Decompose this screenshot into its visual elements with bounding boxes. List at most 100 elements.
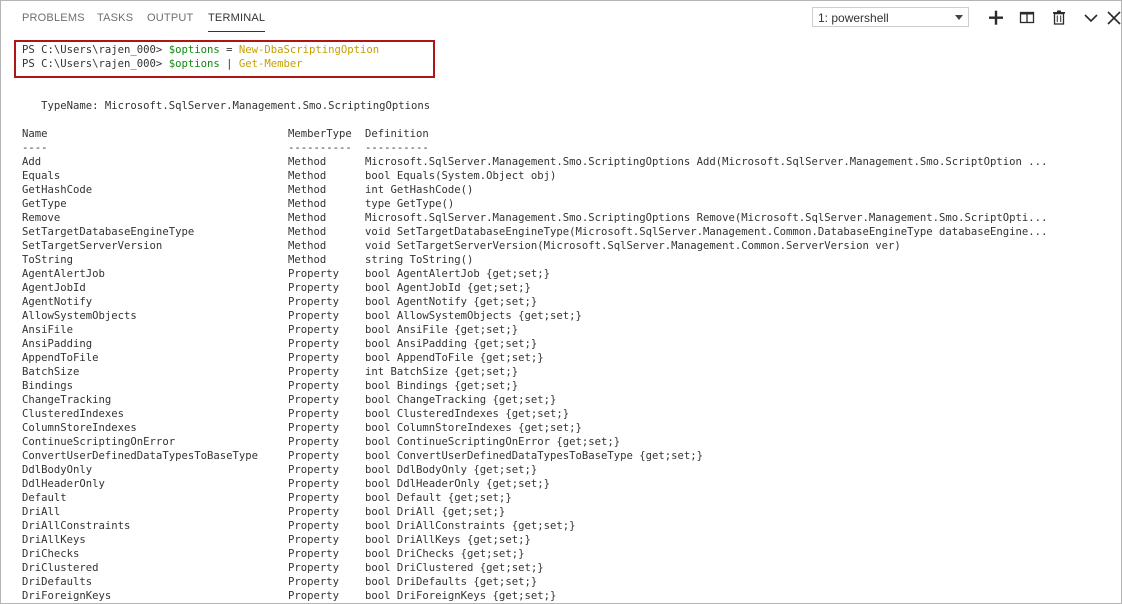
member-name: Default [22, 492, 67, 504]
table-row: AgentJobId Property bool AgentJobId {get;s… [22, 281, 1114, 295]
member-definition: int BatchSize {get;set;} [365, 366, 519, 378]
new-terminal-button[interactable] [986, 8, 1006, 28]
member-name: Remove [22, 212, 61, 224]
member-type: Property [288, 352, 340, 364]
member-name: DdlBodyOnly [22, 464, 93, 476]
member-definition: bool ColumnStoreIndexes {get;set;} [365, 422, 582, 434]
chevron-up-icon [1084, 14, 1098, 23]
tab-terminal[interactable]: TERMINAL [208, 12, 266, 32]
member-definition: bool DriAllKeys {get;set;} [365, 534, 531, 546]
terminal-select[interactable]: 1: powershell [812, 7, 969, 27]
member-name: Bindings [22, 380, 74, 392]
member-name: BatchSize [22, 366, 80, 378]
table-row: BatchSize Property int BatchSize {get;set;… [22, 365, 1114, 379]
member-name: AgentAlertJob [22, 268, 105, 280]
maximize-panel-button[interactable] [1081, 8, 1101, 28]
tab-problems[interactable]: PROBLEMS [22, 12, 85, 32]
member-definition: bool ClusteredIndexes {get;set;} [365, 408, 570, 420]
member-definition: bool ConvertUserDefinedDataTypesToBaseTy… [365, 450, 704, 462]
member-type: Property [288, 576, 340, 588]
member-definition: bool DriForeignKeys {get;set;} [365, 590, 557, 602]
table-row: DriAllConstraints Property bool DriAllCons… [22, 519, 1114, 533]
close-icon [1107, 11, 1121, 25]
tab-output[interactable]: OUTPUT [147, 12, 193, 32]
member-name: AppendToFile [22, 352, 99, 364]
member-name: AnsiFile [22, 324, 74, 336]
member-definition: bool Bindings {get;set;} [365, 380, 519, 392]
member-definition: bool DriChecks {get;set;} [365, 548, 525, 560]
table-row: GetType Method type GetType() [22, 197, 1114, 211]
member-name: DriAllConstraints [22, 520, 131, 532]
member-definition: bool AgentAlertJob {get;set;} [365, 268, 550, 280]
table-row: Bindings Property bool Bindings {get;set;} [22, 379, 1114, 393]
command-line: PS C:\Users\rajen_000> $options = New-Db… [22, 44, 380, 56]
member-definition: string ToString() [365, 254, 474, 266]
table-row: ColumnStoreIndexes Property bool ColumnSto… [22, 421, 1114, 435]
member-type: Property [288, 408, 340, 420]
member-type: Property [288, 562, 340, 574]
member-name: DriForeignKeys [22, 590, 112, 602]
table-row: DriAllKeys Property bool DriAllKeys {get;s… [22, 533, 1114, 547]
member-name: AgentJobId [22, 282, 86, 294]
member-name: GetType [22, 198, 67, 210]
member-definition: bool Equals(System.Object obj) [365, 170, 557, 182]
member-type: Method [288, 226, 327, 238]
member-definition: bool AgentNotify {get;set;} [365, 296, 538, 308]
kill-terminal-button[interactable] [1049, 8, 1069, 28]
member-definition: void SetTargetServerVersion(Microsoft.Sq… [365, 240, 901, 252]
member-name: SetTargetServerVersion [22, 240, 163, 252]
member-name: GetHashCode [22, 184, 93, 196]
terminal-select-value: 1: powershell [818, 11, 889, 25]
member-name: DdlHeaderOnly [22, 478, 105, 490]
plus-icon [989, 10, 1003, 25]
member-type: Property [288, 282, 340, 294]
table-row: AgentNotify Property bool AgentNotify {get… [22, 295, 1114, 309]
table-row: ChangeTracking Property bool ChangeTrackin… [22, 393, 1114, 407]
terminal-output[interactable]: PS C:\Users\rajen_000> $options = New-Db… [1, 37, 1121, 603]
table-row: Add Method Microsoft.SqlServer.Management.… [22, 155, 1114, 169]
table-row: GetHashCode Method int GetHashCode() [22, 183, 1114, 197]
table-row: DdlBodyOnly Property bool DdlBodyOnly {get… [22, 463, 1114, 477]
table-header-dashes: ---- ---------- ---------- [22, 142, 429, 154]
member-name: DriDefaults [22, 576, 93, 588]
member-type: Property [288, 478, 340, 490]
table-row: AppendToFile Property bool AppendToFile {g… [22, 351, 1114, 365]
member-definition: Microsoft.SqlServer.Management.Smo.Scrip… [365, 156, 1048, 168]
table-row: Equals Method bool Equals(System.Object ob… [22, 169, 1114, 183]
table-row: DdlHeaderOnly Property bool DdlHeaderOnly … [22, 477, 1114, 491]
member-type: Property [288, 548, 340, 560]
table-row: DriDefaults Property bool DriDefaults {get… [22, 575, 1114, 589]
member-name: Add [22, 156, 42, 168]
member-type: Method [288, 212, 327, 224]
member-type: Method [288, 254, 327, 266]
table-row: DriAll Property bool DriAll {get;set;} [22, 505, 1114, 519]
member-type: Method [288, 240, 327, 252]
table-row: DriChecks Property bool DriChecks {get;set… [22, 547, 1114, 561]
member-definition: bool DriAll {get;set;} [365, 506, 506, 518]
member-name: AllowSystemObjects [22, 310, 137, 322]
member-name: ConvertUserDefinedDataTypesToBaseType [22, 450, 258, 462]
member-definition: bool DriDefaults {get;set;} [365, 576, 538, 588]
member-definition: bool DdlBodyOnly {get;set;} [365, 464, 538, 476]
member-type: Property [288, 422, 340, 434]
member-type: Property [288, 296, 340, 308]
member-definition: bool AnsiPadding {get;set;} [365, 338, 538, 350]
member-name: ToString [22, 254, 74, 266]
member-type: Method [288, 184, 327, 196]
typename-line: TypeName: Microsoft.SqlServer.Management… [22, 100, 431, 112]
member-name: SetTargetDatabaseEngineType [22, 226, 195, 238]
member-name: DriChecks [22, 548, 80, 560]
member-type: Property [288, 506, 340, 518]
split-terminal-button[interactable] [1017, 8, 1037, 28]
member-name: DriClustered [22, 562, 99, 574]
member-type: Property [288, 464, 340, 476]
close-panel-button[interactable] [1104, 8, 1121, 28]
member-type: Property [288, 492, 340, 504]
member-type: Property [288, 324, 340, 336]
member-name: AnsiPadding [22, 338, 93, 350]
table-row: ContinueScriptingOnError Property bool Con… [22, 435, 1114, 449]
tab-tasks[interactable]: TASKS [97, 12, 133, 32]
member-definition: bool ChangeTracking {get;set;} [365, 394, 557, 406]
command-line: PS C:\Users\rajen_000> $options | Get-Me… [22, 58, 303, 70]
table-row: ClusteredIndexes Property bool ClusteredIn… [22, 407, 1114, 421]
